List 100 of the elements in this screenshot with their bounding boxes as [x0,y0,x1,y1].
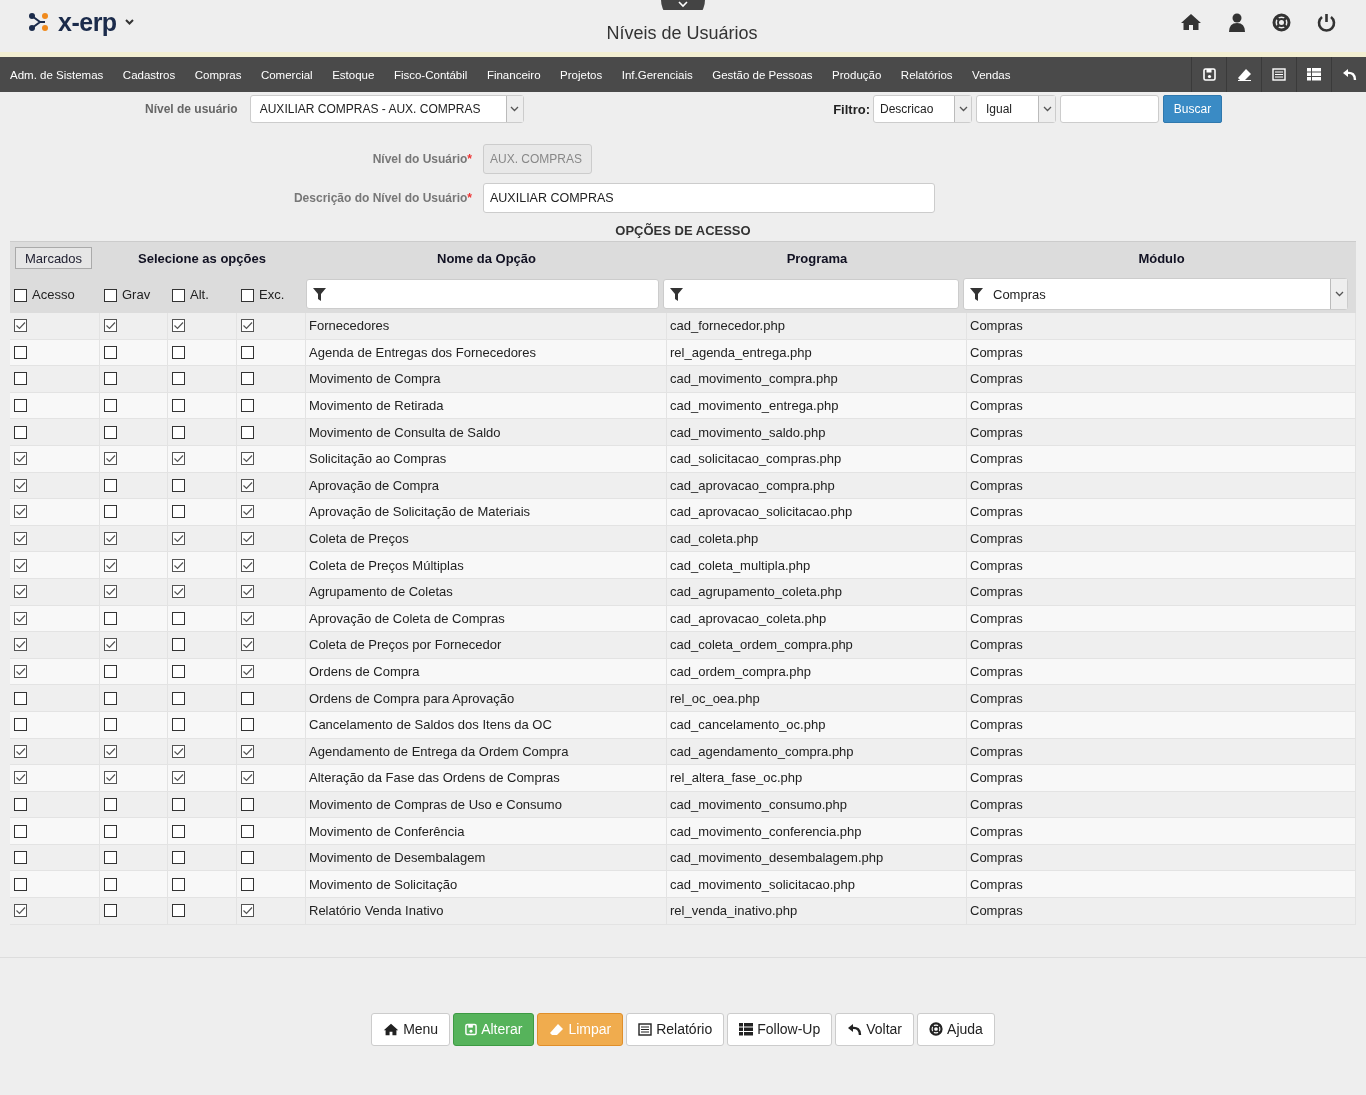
checkbox[interactable] [104,904,117,918]
checkbox[interactable] [104,319,117,333]
menu-item[interactable]: Relatórios [900,68,953,81]
checkbox[interactable] [104,611,117,625]
filter-field-select[interactable]: Descricao [873,95,972,123]
marked-button[interactable]: Marcados [15,247,93,269]
action-button[interactable]: Menu [371,1012,451,1046]
checkbox[interactable] [14,399,27,413]
help-icon[interactable] [1272,12,1291,32]
menu-item[interactable]: Produção [832,68,882,81]
checkbox[interactable] [241,771,254,785]
checkbox[interactable] [241,691,254,705]
checkbox[interactable] [14,478,27,492]
checkbox[interactable] [241,611,254,625]
checkbox[interactable] [14,744,27,758]
checkbox[interactable] [14,904,27,918]
checkbox[interactable] [172,877,185,891]
filter-operator-select[interactable]: Igual [976,95,1056,123]
collapse-icon[interactable] [661,0,705,10]
checkbox[interactable] [172,319,185,333]
checkbox[interactable] [104,425,117,439]
checkbox[interactable] [14,611,27,625]
checkbox[interactable] [241,665,254,678]
checkbox[interactable] [14,877,27,891]
checkbox[interactable] [241,372,254,386]
checkbox[interactable] [172,505,185,519]
checkbox[interactable] [104,505,117,519]
level-select[interactable]: AUXILIAR COMPRAS - AUX. COMPRAS [249,95,524,123]
checkbox[interactable] [172,851,185,865]
caret-icon[interactable] [1042,106,1052,112]
checkbox[interactable] [241,452,254,466]
checkbox[interactable] [14,665,27,678]
checkbox[interactable] [172,744,185,758]
checkbox[interactable] [14,771,27,785]
checkbox[interactable] [14,345,27,359]
caret-icon[interactable] [958,106,968,112]
checkbox[interactable] [104,372,117,386]
checkbox[interactable] [241,851,254,865]
checkbox[interactable] [172,904,185,918]
checkbox[interactable] [104,452,117,466]
checkbox[interactable] [104,399,117,413]
checkbox[interactable] [241,798,254,811]
checkbox[interactable] [14,558,27,572]
checkbox[interactable] [104,585,117,599]
menu-item[interactable]: Adm. de Sistemas [10,68,104,81]
checkbox[interactable] [172,771,185,785]
program-filter-field[interactable] [663,279,959,309]
checkbox[interactable] [172,532,185,546]
checkbox[interactable] [241,558,254,572]
checkbox[interactable] [14,638,27,652]
checkbox[interactable] [172,665,185,678]
action-button[interactable]: Follow-Up [727,1012,833,1046]
logo-text[interactable]: x-erp [58,7,117,37]
checkbox[interactable] [14,691,27,705]
checkbox[interactable] [172,798,185,811]
checkbox[interactable] [241,319,254,333]
checkbox[interactable] [172,478,185,492]
power-icon[interactable] [1317,12,1336,32]
checkbox[interactable] [172,718,185,732]
checkbox[interactable] [241,877,254,891]
checkbox[interactable] [172,425,185,439]
checkbox[interactable] [241,425,254,439]
checkbox[interactable] [172,691,185,705]
checkbox[interactable] [14,532,27,546]
checkbox[interactable] [104,824,117,838]
checkbox[interactable] [241,904,254,918]
checkbox[interactable] [104,798,117,811]
filter-value-field[interactable] [1060,95,1159,123]
checkbox[interactable] [14,851,27,865]
menu-item[interactable]: Vendas [972,68,1011,81]
checkbox[interactable] [172,824,185,838]
caret-icon[interactable] [510,106,520,112]
caret-icon[interactable] [1334,291,1344,297]
checkbox[interactable] [241,399,254,413]
checkbox[interactable] [172,399,185,413]
user-icon[interactable] [1228,12,1246,32]
checkbox[interactable] [14,319,27,333]
checkbox[interactable] [104,288,117,302]
checkbox[interactable] [104,718,117,732]
checkbox[interactable] [241,478,254,492]
checkbox[interactable] [104,558,117,572]
module-filter-select[interactable]: Compras [963,278,1348,310]
checkbox[interactable] [172,585,185,599]
description-field[interactable]: AUXILIAR COMPRAS [483,183,935,213]
menu-item[interactable]: Projetos [560,68,603,81]
menu-item[interactable]: Cadastros [122,68,176,81]
home-icon[interactable] [1180,12,1202,31]
checkbox[interactable] [172,611,185,625]
checkbox[interactable] [172,372,185,386]
checkbox[interactable] [241,288,254,302]
checkbox[interactable] [14,425,27,439]
checkbox[interactable] [14,718,27,732]
checkbox[interactable] [172,558,185,572]
checkbox[interactable] [241,532,254,546]
checkbox[interactable] [241,585,254,599]
checkbox[interactable] [104,532,117,546]
checkbox[interactable] [14,798,27,811]
action-button[interactable]: Relatório [626,1012,725,1046]
menu-item[interactable]: Estoque [332,68,375,81]
checkbox[interactable] [104,478,117,492]
